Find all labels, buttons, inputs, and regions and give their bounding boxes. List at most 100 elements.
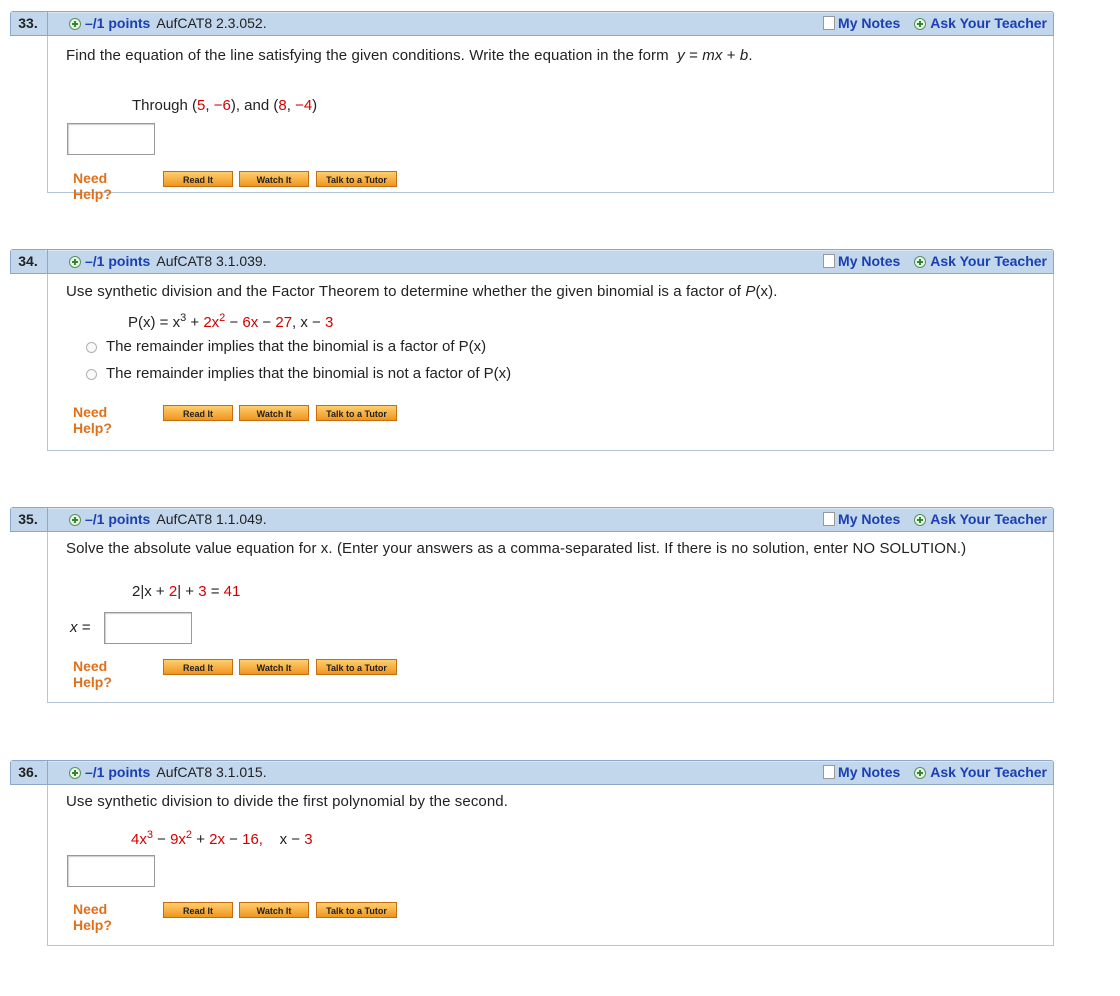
talk-to-tutor-button[interactable]: Talk to a Tutor (316, 405, 397, 421)
question-35: 35. –/1 points AufCAT8 1.1.049. My Notes A… (10, 507, 1054, 703)
through-label: Through ( (132, 97, 198, 114)
answer-input[interactable] (67, 123, 155, 155)
my-notes-link[interactable]: My Notes (838, 764, 900, 780)
notes-icon[interactable] (823, 512, 836, 527)
eq-op: − (152, 831, 171, 848)
watch-it-button[interactable]: Watch It (239, 405, 309, 421)
question-header: 35. –/1 points AufCAT8 1.1.049. My Notes A… (10, 507, 1054, 532)
read-it-button[interactable]: Read It (163, 902, 233, 918)
notes-icon[interactable] (823, 254, 836, 269)
form-y: y (677, 47, 685, 64)
ask-teacher-link[interactable]: Ask Your Teacher (930, 253, 1047, 269)
ask-teacher-link[interactable]: Ask Your Teacher (930, 511, 1047, 527)
eq-part: = (206, 583, 224, 600)
answer-input[interactable] (67, 855, 155, 887)
question-body: Use synthetic division to divide the fir… (47, 785, 1054, 946)
ask-teacher-icon[interactable] (914, 514, 927, 527)
radio-button[interactable] (86, 342, 97, 353)
option-not-factor[interactable]: The remainder implies that the binomial … (86, 365, 511, 382)
read-it-button[interactable]: Read It (163, 659, 233, 675)
divider (47, 761, 48, 784)
point1-y: −6 (213, 97, 231, 114)
ask-teacher-icon[interactable] (914, 256, 927, 269)
eq-part: | + (177, 583, 199, 600)
option-label: The remainder implies that the binomial … (106, 365, 512, 382)
question-prompt: Use synthetic division and the Factor Th… (66, 283, 778, 300)
my-notes-link[interactable]: My Notes (838, 15, 900, 31)
sep: ), and ( (230, 97, 279, 114)
option-label: The remainder implies that the binomial … (106, 338, 487, 355)
eq-const: 41 (223, 583, 241, 600)
question-body: Solve the absolute value equation for x.… (47, 532, 1054, 703)
my-notes-link[interactable]: My Notes (838, 253, 900, 269)
header-actions: My Notes Ask Your Teacher (823, 508, 1047, 531)
form-plus: + (722, 47, 740, 64)
question-header: 34. –/1 points AufCAT8 3.1.039. My Notes A… (10, 249, 1054, 274)
eq-term: 2x (203, 314, 220, 331)
question-36: 36. –/1 points AufCAT8 3.1.015. My Notes A… (10, 760, 1054, 946)
question-header: 36. –/1 points AufCAT8 3.1.015. My Notes A… (10, 760, 1054, 785)
question-info: –/1 points AufCAT8 2.3.052. (69, 12, 267, 35)
question-info: –/1 points AufCAT8 1.1.049. (69, 508, 267, 531)
read-it-button[interactable]: Read It (163, 171, 233, 187)
ask-teacher-link[interactable]: Ask Your Teacher (930, 764, 1047, 780)
ask-teacher-link[interactable]: Ask Your Teacher (930, 15, 1047, 31)
notes-icon[interactable] (823, 16, 836, 31)
eq-term: 3 (304, 831, 313, 848)
sep: ) (312, 97, 318, 114)
form-eq: = (684, 47, 703, 64)
option-factor[interactable]: The remainder implies that the binomial … (86, 338, 486, 355)
notes-icon[interactable] (823, 765, 836, 780)
radio-button[interactable] (86, 369, 97, 380)
points-label: –/1 points (85, 511, 151, 527)
eq-part: 2|x + (132, 583, 169, 600)
watch-it-button[interactable]: Watch It (239, 659, 309, 675)
read-it-button[interactable]: Read It (163, 405, 233, 421)
eq-const: 2 (168, 583, 178, 600)
eq-term: 4x (131, 831, 147, 848)
polynomial-equation: P(x) = x3 + 2x2 − 6x − 27, x − 3 (128, 308, 333, 333)
eq-binomial: , x − (292, 314, 325, 331)
points-label: –/1 points (85, 253, 151, 269)
question-body: Use synthetic division and the Factor Th… (47, 274, 1054, 451)
expand-plus-icon[interactable] (69, 18, 81, 31)
answer-input[interactable] (104, 612, 192, 644)
points-label: –/1 points (85, 764, 151, 780)
expand-plus-icon[interactable] (69, 514, 81, 527)
header-actions: My Notes Ask Your Teacher (823, 250, 1047, 273)
watch-it-button[interactable]: Watch It (239, 902, 309, 918)
eq-binomial: x − (262, 831, 305, 848)
talk-to-tutor-button[interactable]: Talk to a Tutor (316, 659, 397, 675)
need-help-label: Need Help? (73, 901, 112, 933)
question-code: AufCAT8 3.1.015. (156, 764, 267, 780)
question-code: AufCAT8 3.1.039. (156, 253, 267, 269)
question-code: AufCAT8 2.3.052. (156, 15, 267, 31)
sep: , (286, 97, 296, 114)
eq-op: + (192, 831, 210, 848)
ask-teacher-icon[interactable] (914, 767, 927, 780)
form-end: . (748, 47, 753, 64)
point2-x: 8 (278, 97, 287, 114)
talk-to-tutor-button[interactable]: Talk to a Tutor (316, 902, 397, 918)
my-notes-link[interactable]: My Notes (838, 511, 900, 527)
polynomial-division: 4x3 − 9x2 + 2x − 16, x − 3 (131, 825, 313, 850)
expand-plus-icon[interactable] (69, 767, 81, 780)
ask-teacher-icon[interactable] (914, 18, 927, 31)
point2-y: −4 (295, 97, 313, 114)
expand-plus-icon[interactable] (69, 256, 81, 269)
need-help-label: Need Help? (73, 658, 112, 690)
prompt-func: P (745, 283, 756, 300)
question-34: 34. –/1 points AufCAT8 3.1.039. My Notes A… (10, 249, 1054, 451)
question-info: –/1 points AufCAT8 3.1.015. (69, 761, 267, 784)
prompt-text: Find the equation of the line satisfying… (66, 47, 669, 64)
talk-to-tutor-button[interactable]: Talk to a Tutor (316, 171, 397, 187)
eq-op: − (225, 314, 243, 331)
eq-op: + (186, 314, 204, 331)
question-33: 33. –/1 points AufCAT8 2.3.052. My Notes A… (10, 11, 1054, 202)
prompt-text: Use synthetic division and the Factor Th… (66, 283, 742, 300)
watch-it-button[interactable]: Watch It (239, 171, 309, 187)
divider (47, 508, 48, 531)
eq-term: 6x (242, 314, 259, 331)
question-header: 33. –/1 points AufCAT8 2.3.052. My Notes A… (10, 11, 1054, 36)
prompt-func-arg: (x). (755, 283, 778, 300)
